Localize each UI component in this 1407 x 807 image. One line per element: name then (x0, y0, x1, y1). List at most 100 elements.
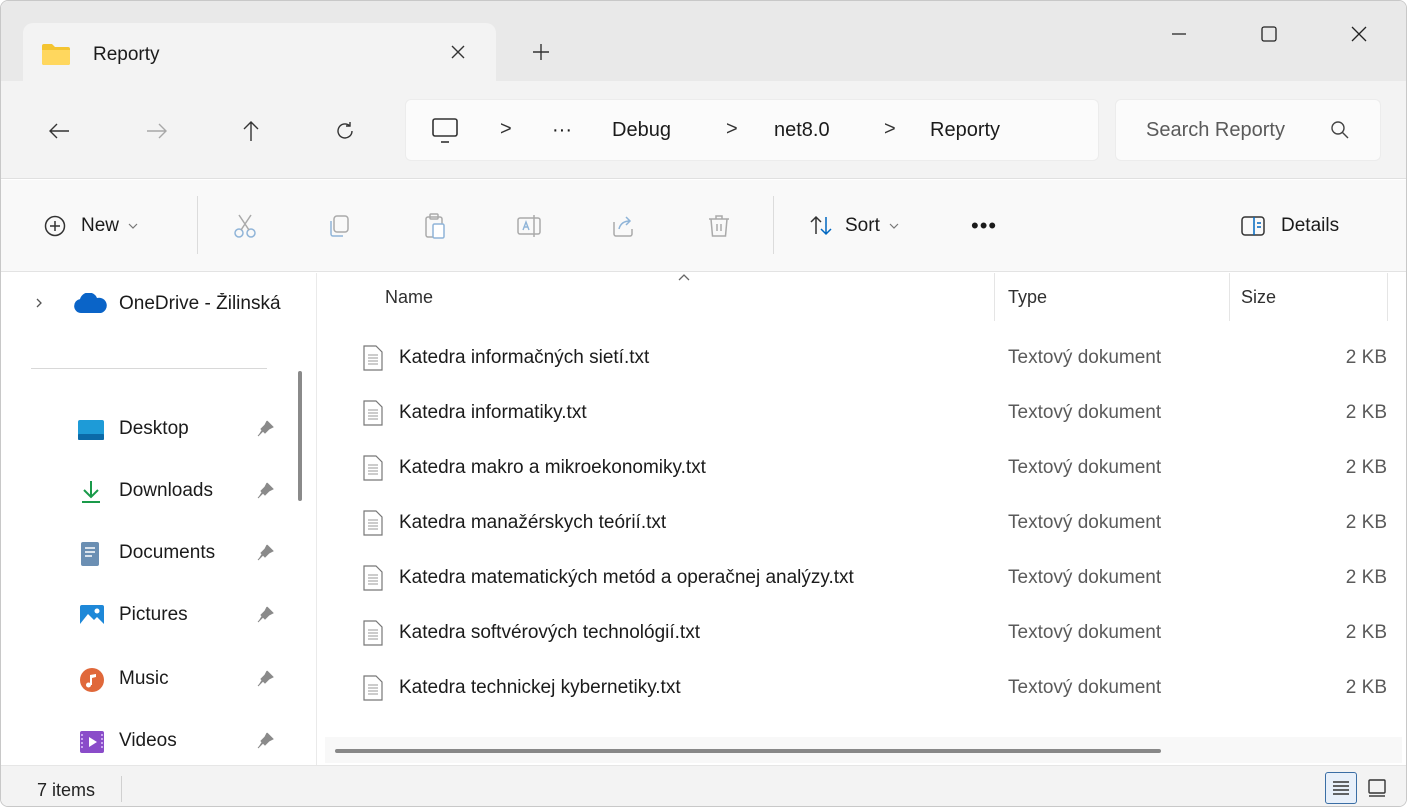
folder-icon (42, 44, 70, 65)
sidebar-item-onedrive[interactable]: OneDrive - Žilinská univerzita (1, 281, 301, 327)
file-name: Katedra makro a mikroekonomiky.txt (399, 457, 706, 478)
sidebar-item-documents[interactable]: Documents (1, 531, 301, 577)
new-tab-button[interactable] (526, 37, 556, 67)
divider (773, 196, 774, 254)
breadcrumb-debug[interactable]: Debug (612, 119, 671, 142)
file-size: 2 KB (1345, 512, 1387, 533)
minimize-button[interactable] (1133, 1, 1225, 67)
file-row[interactable]: Katedra informačných sietí.txt Textový d… (351, 333, 1391, 385)
file-row[interactable]: Katedra matematických metód a operačnej … (351, 553, 1391, 605)
pin-icon[interactable] (255, 543, 275, 563)
column-divider[interactable] (994, 273, 995, 321)
breadcrumb-separator[interactable]: > (500, 118, 512, 141)
up-button[interactable] (233, 113, 269, 149)
sort-icon (810, 215, 832, 236)
pin-icon[interactable] (255, 605, 275, 625)
horizontal-scrollbar-thumb[interactable] (335, 749, 1161, 753)
file-size: 2 KB (1345, 347, 1387, 368)
breadcrumb-separator[interactable]: > (884, 118, 896, 141)
new-button[interactable]: New (41, 208, 139, 244)
details-view-button[interactable] (1325, 772, 1357, 804)
forward-button[interactable] (139, 113, 175, 149)
file-name: Katedra manažérskych teórií.txt (399, 512, 667, 533)
file-type: Textový dokument (1008, 677, 1162, 698)
breadcrumb-net80[interactable]: net8.0 (774, 119, 830, 142)
text-file-icon (363, 565, 383, 591)
sidebar-item-label: Music (119, 668, 169, 689)
search-placeholder[interactable]: Search Reporty (1146, 119, 1326, 142)
sort-label: Sort (845, 215, 880, 236)
delete-button[interactable] (705, 208, 733, 244)
item-count: 7 items (37, 780, 96, 800)
navigation-bar: > ··· Debug > net8.0 > Reporty Search Re… (1, 81, 1406, 179)
large-icons-view-button[interactable] (1361, 772, 1393, 804)
column-header-size[interactable]: Size (1241, 287, 1276, 308)
search-box[interactable]: Search Reporty (1115, 99, 1381, 161)
file-row[interactable]: Katedra softvérových technológií.txt Tex… (351, 608, 1391, 660)
back-button[interactable] (41, 113, 77, 149)
column-divider[interactable] (1387, 273, 1388, 321)
pin-icon[interactable] (255, 731, 275, 751)
share-icon (613, 216, 633, 237)
file-name: Katedra technickej kybernetiky.txt (399, 677, 681, 698)
maximize-button[interactable] (1223, 1, 1315, 67)
file-row[interactable]: Katedra makro a mikroekonomiky.txt Texto… (351, 443, 1391, 495)
text-file-icon (363, 510, 383, 536)
file-name: Katedra matematických metód a operačnej … (399, 567, 854, 588)
search-icon[interactable] (1330, 120, 1350, 140)
file-type: Textový dokument (1008, 512, 1162, 533)
tab-close-icon[interactable] (443, 37, 473, 67)
tab-title: Reporty (93, 44, 160, 65)
cut-icon (234, 214, 256, 238)
share-button[interactable] (609, 208, 637, 244)
refresh-button[interactable] (327, 113, 363, 149)
paste-icon (425, 213, 445, 239)
file-size: 2 KB (1345, 567, 1387, 588)
more-options-button[interactable]: ••• (971, 208, 997, 244)
cut-button[interactable] (231, 208, 259, 244)
tiles-view-icon (1368, 779, 1386, 797)
rename-button[interactable] (515, 208, 543, 244)
address-bar[interactable]: > ··· Debug > net8.0 > Reporty (405, 99, 1099, 161)
onedrive-cloud-icon (74, 293, 107, 313)
file-name: Katedra informačných sietí.txt (399, 347, 650, 368)
column-header-type[interactable]: Type (1008, 287, 1047, 308)
file-row[interactable]: Katedra technickej kybernetiky.txt Texto… (351, 663, 1391, 715)
pin-icon[interactable] (255, 481, 275, 501)
rename-icon (517, 215, 541, 237)
sidebar-item-desktop[interactable]: Desktop (1, 407, 301, 453)
pin-icon[interactable] (255, 669, 275, 689)
column-divider[interactable] (1229, 273, 1230, 321)
chevron-right-icon[interactable] (33, 297, 45, 309)
sidebar-item-downloads[interactable]: Downloads (1, 469, 301, 515)
sidebar-item-pictures[interactable]: Pictures (1, 593, 301, 639)
file-size: 2 KB (1345, 457, 1387, 478)
tab-reporty[interactable]: Reporty (23, 23, 496, 81)
file-size: 2 KB (1345, 677, 1387, 698)
chevron-down-icon (128, 223, 138, 229)
breadcrumb-overflow[interactable]: ··· (552, 119, 572, 142)
file-type: Textový dokument (1008, 622, 1162, 643)
command-bar: New Sort ••• Details (1, 180, 1406, 272)
file-type: Textový dokument (1008, 402, 1162, 423)
close-button[interactable] (1313, 1, 1405, 67)
copy-icon (330, 215, 349, 237)
breadcrumb-separator[interactable]: > (726, 118, 738, 141)
pin-icon[interactable] (255, 419, 275, 439)
file-row[interactable]: Katedra manažérskych teórií.txt Textový … (351, 498, 1391, 550)
text-file-icon (363, 620, 383, 646)
horizontal-scrollbar-track[interactable] (325, 737, 1402, 763)
breadcrumb-reporty[interactable]: Reporty (930, 119, 1000, 142)
text-file-icon (363, 345, 383, 371)
paste-button[interactable] (421, 208, 449, 244)
sidebar-item-music[interactable]: Music (1, 657, 301, 703)
file-row[interactable]: Katedra informatiky.txt Textový dokument… (351, 388, 1391, 440)
desktop-icon (78, 420, 104, 440)
copy-button[interactable] (325, 208, 353, 244)
sort-button[interactable]: Sort (807, 208, 900, 244)
column-header-name[interactable]: Name (385, 287, 433, 308)
details-pane-button[interactable]: Details (1239, 208, 1339, 244)
sidebar-item-videos[interactable]: Videos (1, 719, 301, 765)
file-type: Textový dokument (1008, 567, 1162, 588)
file-type: Textový dokument (1008, 457, 1162, 478)
